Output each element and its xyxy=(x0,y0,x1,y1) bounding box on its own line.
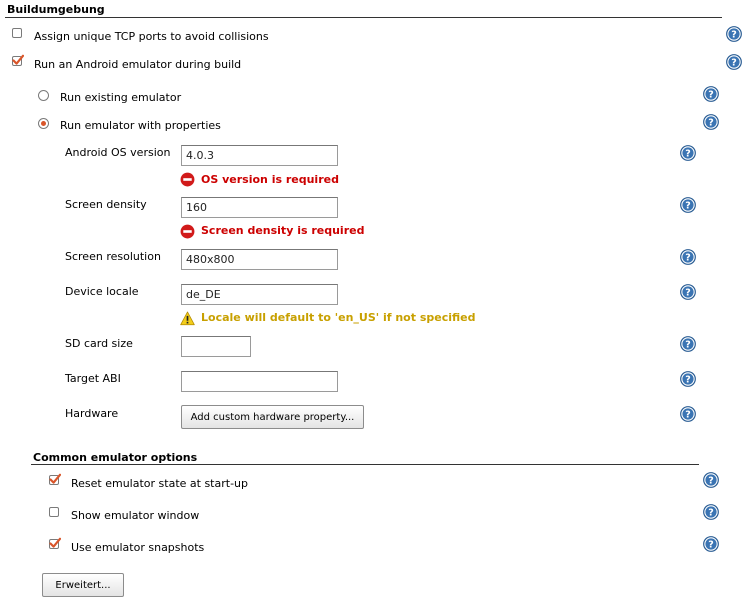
help-icon[interactable] xyxy=(680,197,696,213)
show-window-label: Show emulator window xyxy=(71,509,200,522)
locale-label: Device locale xyxy=(65,285,139,298)
error-icon xyxy=(180,224,195,239)
help-icon[interactable] xyxy=(680,145,696,161)
sdcard-label: SD card size xyxy=(65,337,133,350)
abi-input[interactable] xyxy=(181,371,338,392)
density-label: Screen density xyxy=(65,198,147,211)
help-icon[interactable] xyxy=(680,336,696,352)
help-icon[interactable] xyxy=(703,504,719,520)
radio-selected-dot xyxy=(41,121,46,126)
os-version-label: Android OS version xyxy=(65,146,171,159)
locale-warning: Locale will default to 'en_US' if not sp… xyxy=(201,311,476,324)
help-icon[interactable] xyxy=(680,249,696,265)
section-title-build-environment: Buildumgebung xyxy=(7,3,105,16)
emulator-properties-radio[interactable] xyxy=(38,118,49,129)
density-input[interactable] xyxy=(181,197,338,218)
reset-state-label: Reset emulator state at start-up xyxy=(71,477,248,490)
abi-label: Target ABI xyxy=(65,372,121,385)
advanced-button[interactable]: Erweitert... xyxy=(42,573,124,597)
section-divider xyxy=(31,464,699,465)
reset-state-checkbox[interactable] xyxy=(49,475,59,485)
show-window-checkbox[interactable] xyxy=(49,507,59,517)
section-divider xyxy=(5,17,722,18)
help-icon[interactable] xyxy=(680,406,696,422)
existing-emulator-radio[interactable] xyxy=(38,90,49,101)
emulator-properties-label: Run emulator with properties xyxy=(60,119,221,132)
existing-emulator-label: Run existing emulator xyxy=(60,91,182,104)
density-error: Screen density is required xyxy=(201,224,365,237)
section-title-common-options: Common emulator options xyxy=(33,451,198,464)
run-emulator-label: Run an Android emulator during build xyxy=(34,58,242,71)
os-version-input[interactable] xyxy=(181,145,338,166)
resolution-label: Screen resolution xyxy=(65,250,161,263)
help-icon[interactable] xyxy=(680,284,696,300)
help-icon[interactable] xyxy=(726,26,742,42)
resolution-input[interactable] xyxy=(181,249,338,270)
checkmark-icon xyxy=(12,54,24,66)
snapshots-checkbox[interactable] xyxy=(49,539,59,549)
help-icon[interactable] xyxy=(680,371,696,387)
checkmark-icon xyxy=(49,537,61,549)
unique-ports-checkbox[interactable] xyxy=(12,28,22,38)
run-emulator-checkbox[interactable] xyxy=(12,56,22,66)
locale-input[interactable] xyxy=(181,284,338,305)
sdcard-input[interactable] xyxy=(181,336,251,357)
unique-ports-label: Assign unique TCP ports to avoid collisi… xyxy=(34,30,269,43)
help-icon[interactable] xyxy=(726,54,742,70)
snapshots-label: Use emulator snapshots xyxy=(71,541,205,554)
os-version-error: OS version is required xyxy=(201,173,339,186)
hardware-label: Hardware xyxy=(65,407,119,420)
checkmark-icon xyxy=(49,473,61,485)
warning-icon xyxy=(180,311,195,326)
help-icon[interactable] xyxy=(703,536,719,552)
error-icon xyxy=(180,172,195,187)
help-icon[interactable] xyxy=(703,86,719,102)
help-icon[interactable] xyxy=(703,472,719,488)
add-hardware-property-button[interactable]: Add custom hardware property... xyxy=(181,405,364,429)
help-icon[interactable] xyxy=(703,114,719,130)
